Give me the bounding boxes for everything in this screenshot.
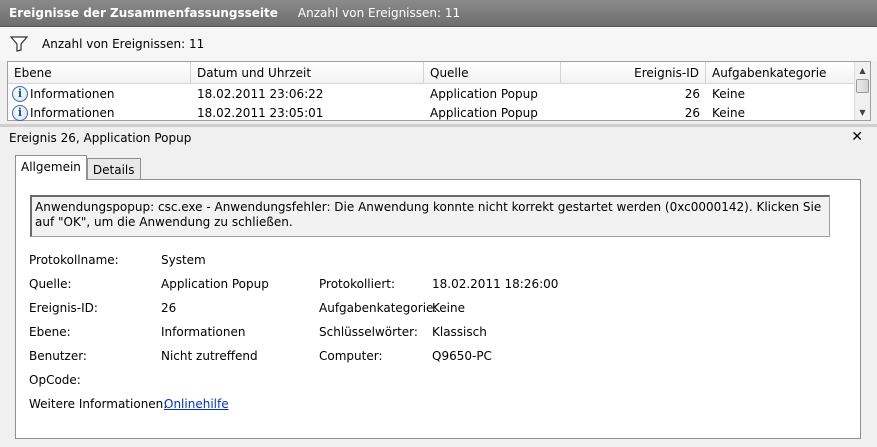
row-level: Informationen — [30, 86, 115, 101]
row-level: Informationen — [30, 105, 115, 120]
schluesselwoerter-label: Schlüsselwörter: — [319, 325, 418, 339]
online-help-link[interactable]: Onlinehilfe — [164, 397, 229, 411]
column-header-datetime[interactable]: Datum und Uhrzeit — [191, 62, 424, 83]
computer-label: Computer: — [319, 349, 383, 363]
column-header-source[interactable]: Quelle — [424, 62, 561, 83]
protokollname-label: Protokollname: — [29, 253, 119, 267]
table-scrollbar[interactable]: ▲ ▼ — [854, 62, 870, 120]
computer-value: Q9650-PC — [432, 349, 492, 363]
quelle-value: Application Popup — [161, 277, 269, 291]
protokollname-value: System — [161, 253, 206, 267]
detail-title: Ereignis 26, Application Popup — [9, 131, 192, 145]
weitere-informationen-label: Weitere Informationen: — [29, 397, 168, 411]
aufgabenkategorie-label: Aufgabenkategorie: — [319, 301, 438, 315]
close-icon[interactable]: ✕ — [851, 129, 863, 145]
tab-details[interactable]: Details — [86, 158, 141, 179]
scroll-up-icon[interactable]: ▲ — [855, 62, 870, 78]
ebene-value: Informationen — [161, 325, 246, 339]
ebene-label: Ebene: — [29, 325, 71, 339]
protokolliert-value: 18.02.2011 18:26:00 — [432, 277, 559, 291]
info-icon: i — [12, 85, 28, 102]
summary-events-titlebar: Ereignisse der Zusammenfassungsseite Anz… — [0, 0, 877, 27]
row-event-id: 26 — [684, 105, 700, 120]
event-count-header: Anzahl von Ereignissen: 11 — [297, 6, 461, 20]
aufgabenkategorie-value: Keine — [432, 301, 465, 315]
table-row[interactable]: i Informationen 18.02.2011 23:05:01 Appl… — [8, 103, 870, 122]
column-header-event-id[interactable]: Ereignis-ID — [561, 62, 706, 83]
filter-bar: Anzahl von Ereignissen: 11 — [0, 27, 877, 61]
row-task-category: Keine — [712, 86, 745, 101]
events-table: Ebene Datum und Uhrzeit Quelle Ereignis-… — [7, 61, 871, 121]
schluesselwoerter-value: Klassisch — [432, 325, 487, 339]
row-source: Application Popup — [430, 86, 538, 101]
protokolliert-label: Protokolliert: — [319, 277, 396, 291]
filter-count-label: Anzahl von Ereignissen: 11 — [42, 37, 205, 51]
table-header: Ebene Datum und Uhrzeit Quelle Ereignis-… — [8, 62, 870, 84]
ereignis-id-value: 26 — [161, 301, 177, 315]
quelle-label: Quelle: — [29, 277, 72, 291]
info-icon: i — [12, 104, 28, 121]
row-datetime: 18.02.2011 23:06:22 — [197, 86, 324, 101]
row-event-id: 26 — [684, 86, 700, 101]
column-header-level[interactable]: Ebene — [8, 62, 191, 83]
column-header-task-category[interactable]: Aufgabenkategorie — [706, 62, 854, 83]
opcode-label: OpCode: — [29, 373, 81, 387]
row-source: Application Popup — [430, 105, 538, 120]
tab-allgemein[interactable]: Allgemein — [15, 155, 87, 180]
row-task-category: Keine — [712, 105, 745, 120]
scroll-down-icon[interactable]: ▼ — [855, 104, 870, 120]
scroll-thumb[interactable] — [856, 79, 869, 93]
general-panel: Anwendungspopup: csc.exe - Anwendungsfeh… — [15, 179, 861, 439]
detail-header: Ereignis 26, Application Popup ✕ — [0, 127, 877, 149]
filter-icon[interactable] — [10, 36, 28, 52]
table-row[interactable]: i Informationen 18.02.2011 23:06:22 Appl… — [8, 84, 870, 103]
row-datetime: 18.02.2011 23:05:01 — [197, 105, 324, 120]
ereignis-id-label: Ereignis-ID: — [29, 301, 98, 315]
benutzer-value: Nicht zutreffend — [161, 349, 258, 363]
benutzer-label: Benutzer: — [29, 349, 87, 363]
detail-tabs: Allgemein Details — [15, 155, 141, 180]
event-message[interactable]: Anwendungspopup: csc.exe - Anwendungsfeh… — [30, 195, 830, 237]
summary-events-title: Ereignisse der Zusammenfassungsseite — [9, 6, 278, 20]
